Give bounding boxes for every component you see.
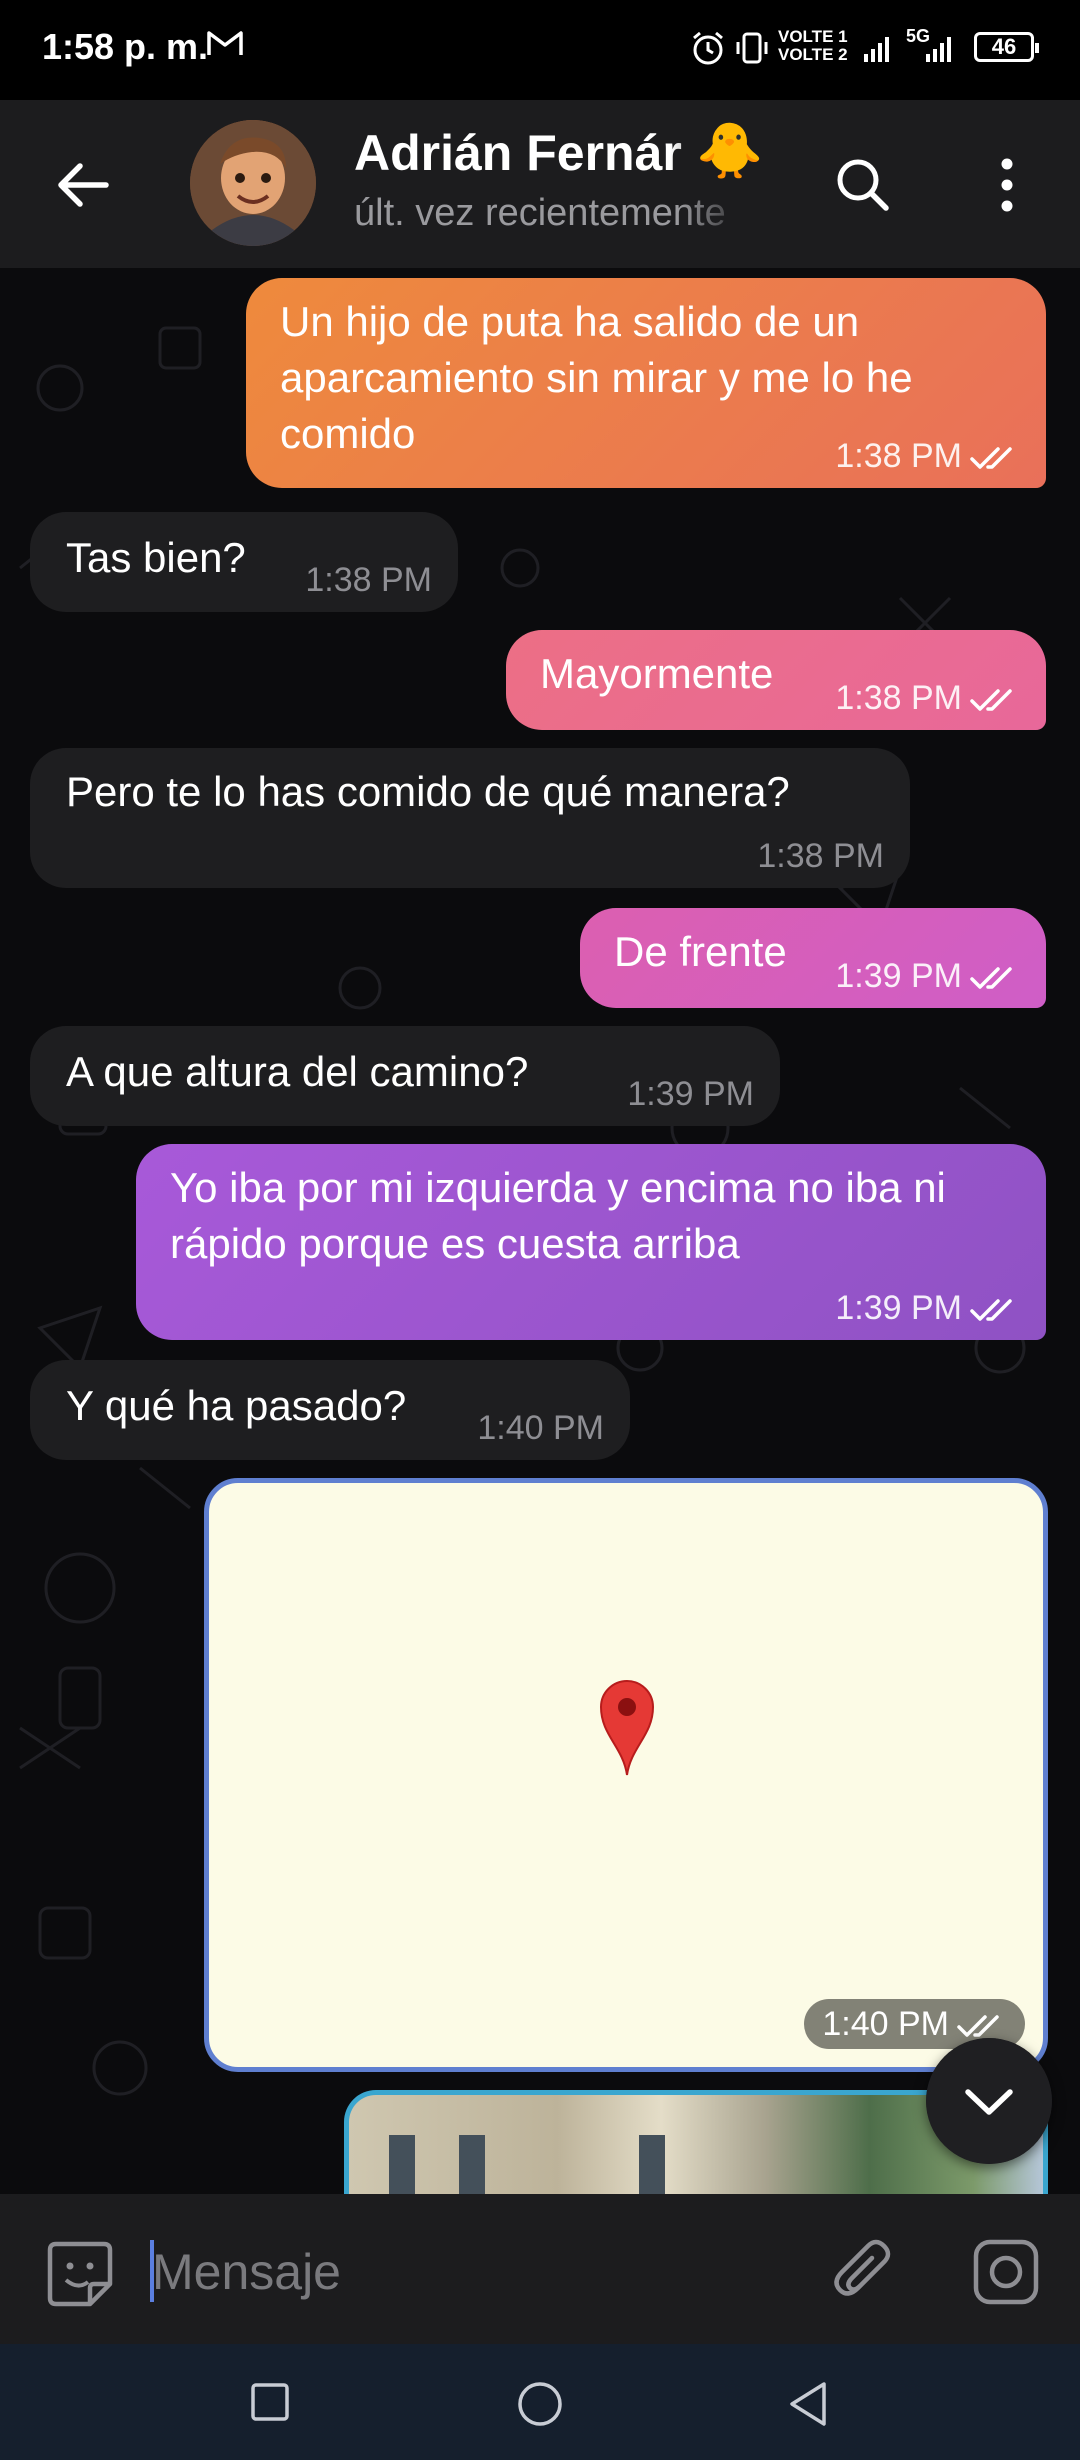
message-time: 1:40 PM [477,1409,604,1447]
message-meta: 1:38 PM [835,680,1020,716]
message-time: 1:40 PM [822,2005,949,2043]
message-meta: 1:39 PM [835,958,1020,994]
volte2-label: VOLTE 2 [778,45,848,64]
signal-icon [926,37,951,62]
location-message[interactable]: 1:40 PM [204,1478,1048,2072]
instagram-camera-icon[interactable] [970,2236,1042,2308]
status-fade [680,188,770,238]
message-time: 1:39 PM [835,957,962,995]
gmail-icon [207,31,243,55]
message-time: 1:38 PM [305,561,432,599]
status-bar: 1:58 p. m. VOLTE 1 VOLTE 2 5G 46 [0,0,1080,100]
message-time: 1:38 PM [835,437,962,475]
avatar-image [190,120,316,246]
alarm-icon [693,31,723,65]
map-pin-icon [599,1680,655,1776]
paperclip-icon[interactable] [828,2236,900,2308]
recent-apps-icon[interactable] [250,2382,290,2422]
message-bubble-incoming[interactable]: A que altura del camino? 1:39 PM [30,1026,780,1126]
chat-header: Adrián Fernár 🐥 últ. vez recientemente [0,100,1080,268]
signal-icon [864,37,889,62]
search-icon[interactable] [830,152,896,218]
message-bubble-incoming[interactable]: Y qué ha pasado? 1:40 PM [30,1360,630,1460]
message-time: 1:38 PM [757,837,884,875]
arrow-left-icon[interactable] [50,152,116,218]
volte-indicator: VOLTE 1 VOLTE 2 [778,28,848,64]
photo-detail [459,2135,485,2194]
message-meta: 1:38 PM [835,438,1020,474]
chevron-down-icon[interactable] [926,2038,1052,2164]
double-check-icon [970,689,1012,711]
photo-detail [639,2135,665,2194]
status-time: 1:58 p. m. [42,26,209,67]
avatar[interactable] [190,120,316,246]
message-meta: 1:39 PM [835,1290,1020,1326]
message-bubble-outgoing[interactable]: De frente 1:39 PM [580,908,1046,1008]
message-bubble-incoming[interactable]: Pero te lo has comido de qué manera? 1:3… [30,748,910,888]
message-text: Yo iba por mi izquierda y encima no iba … [170,1164,946,1267]
volte1-label: VOLTE 1 [778,27,848,46]
message-time: 1:38 PM [835,679,962,717]
nav-back-icon[interactable] [786,2380,830,2428]
system-nav-bar [0,2344,1080,2460]
message-bubble-incoming[interactable]: Tas bien? 1:38 PM [30,512,458,612]
more-vertical-icon[interactable] [982,152,1032,218]
double-check-icon [970,447,1012,469]
vibrate-icon [736,32,768,64]
double-check-icon [970,1299,1012,1321]
chat-area[interactable]: Un hijo de puta ha salido de un aparcami… [0,268,1080,2194]
contact-emoji: 🐥 [696,121,764,181]
message-time: 1:39 PM [835,1289,962,1327]
message-input[interactable] [152,2234,792,2310]
sticker-icon[interactable] [44,2238,116,2310]
photo-detail [389,2135,415,2194]
message-composer [0,2194,1080,2344]
battery-icon: 46 [974,32,1039,62]
double-check-icon [957,2015,999,2037]
double-check-icon [970,967,1012,989]
message-text: Pero te lo has comido de qué manera? [66,768,790,815]
message-bubble-outgoing[interactable]: Mayormente 1:38 PM [506,630,1046,730]
message-bubble-outgoing[interactable]: Un hijo de puta ha salido de un aparcami… [246,278,1046,488]
home-icon[interactable] [516,2380,564,2428]
message-bubble-outgoing[interactable]: Yo iba por mi izquierda y encima no iba … [136,1144,1046,1340]
message-time: 1:39 PM [627,1075,754,1113]
